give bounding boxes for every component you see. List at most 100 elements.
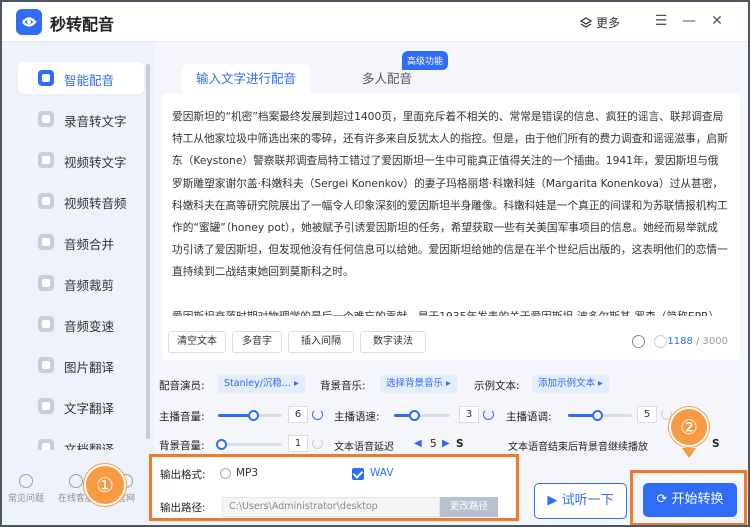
premium-badge: 高级功能 bbox=[402, 51, 449, 70]
continue-label: 文本语音结束后背景音继续播放 bbox=[508, 442, 648, 453]
sidebar-item-video-to-audio[interactable]: 视频转音频 bbox=[18, 185, 144, 217]
editor-paragraph: 爱因斯坦衰落时期对物理学的最后一个难忘的贡献，是于1935年发表的关于爱因斯坦-… bbox=[172, 306, 728, 316]
merge-icon bbox=[38, 234, 54, 250]
delay-label: 文本语音延迟 bbox=[334, 442, 394, 453]
video-audio-icon bbox=[38, 193, 54, 209]
char-count-value: 1188 bbox=[667, 336, 693, 347]
preview-button[interactable]: ▶ 试听一下 bbox=[534, 483, 627, 519]
speed-label: 主播语速: bbox=[334, 411, 380, 423]
change-path-button[interactable]: 更改路径 bbox=[440, 497, 498, 517]
sidebar-item-smart-dubbing[interactable]: 智能配音 bbox=[18, 62, 144, 94]
delay-decrease-icon[interactable]: ◀ bbox=[414, 438, 422, 449]
speed-slider[interactable] bbox=[394, 410, 450, 421]
start-convert-button[interactable]: ⟳ 开始转换 bbox=[643, 483, 737, 517]
volume-input[interactable]: 6 bbox=[288, 406, 308, 423]
mic-icon bbox=[38, 70, 54, 86]
doc-translate-icon bbox=[38, 439, 54, 450]
delay-increase-icon[interactable]: ▶ bbox=[442, 438, 450, 449]
bg-volume-slider[interactable] bbox=[216, 439, 282, 450]
wav-checkbox[interactable] bbox=[352, 468, 364, 480]
sidebar-item-audio-merge[interactable]: 音频合并 bbox=[18, 226, 144, 258]
anchor-value: Stanley/沉稳... bbox=[224, 378, 291, 389]
undo-icon[interactable] bbox=[654, 335, 667, 348]
app-logo bbox=[16, 9, 42, 35]
anchor-select[interactable]: Stanley/沉稳... ▸ bbox=[218, 375, 305, 393]
bg-volume-label: 背景音量: bbox=[159, 440, 205, 452]
speed-icon bbox=[38, 316, 54, 332]
help-button[interactable]: 常见问题 bbox=[4, 474, 48, 504]
sidebar-item-audio-trim[interactable]: 音频裁剪 bbox=[18, 267, 144, 299]
sidebar-scrollbar[interactable] bbox=[146, 64, 150, 439]
volume-slider[interactable] bbox=[218, 410, 282, 421]
polyphone-button[interactable]: 多音字 bbox=[232, 331, 282, 353]
mp3-radio[interactable] bbox=[220, 468, 231, 479]
mp3-label: MP3 bbox=[236, 467, 259, 479]
record-icon bbox=[38, 111, 54, 127]
sidebar-item-label: 视频转文字 bbox=[64, 155, 127, 170]
clear-text-button[interactable]: 清空文本 bbox=[168, 331, 226, 353]
sample-label: 示例文本: bbox=[474, 380, 520, 392]
delay-value: 5 bbox=[430, 438, 437, 450]
pitch-slider[interactable] bbox=[568, 410, 632, 421]
char-count: 1188 / 3000 bbox=[667, 336, 728, 347]
text-translate-icon bbox=[38, 398, 54, 414]
help-label: 常见问题 bbox=[7, 494, 44, 504]
start-highlight: ⟳ 开始转换 bbox=[630, 470, 747, 525]
wav-label: WAV bbox=[370, 467, 394, 479]
app-title: 秒转配音 bbox=[50, 15, 115, 34]
char-count-max: / 3000 bbox=[696, 336, 728, 347]
menu-icon[interactable]: ☰ bbox=[650, 10, 672, 32]
output-path-input[interactable]: C:\Users\Administrator\desktop bbox=[222, 497, 440, 517]
bg-volume-input[interactable]: 1 bbox=[288, 435, 308, 452]
scissors-icon bbox=[38, 275, 54, 291]
delay-unit: S bbox=[456, 438, 464, 450]
sample-select[interactable]: 添加示例文本 ▸ bbox=[532, 375, 609, 393]
sidebar-item-audio-speed[interactable]: 音频变速 bbox=[18, 308, 144, 340]
sidebar-item-video-to-text[interactable]: 视频转文字 bbox=[18, 144, 144, 176]
sidebar-item-label: 视频转音频 bbox=[64, 196, 127, 211]
volume-reset-icon[interactable] bbox=[312, 409, 323, 420]
speed-input[interactable]: 3 bbox=[459, 406, 479, 423]
pitch-input[interactable]: 5 bbox=[637, 406, 657, 423]
pitch-label: 主播语调: bbox=[506, 411, 552, 423]
sidebar-item-record-to-text[interactable]: 录音转文字 bbox=[18, 103, 144, 135]
bgm-label: 背景音乐: bbox=[320, 380, 366, 392]
preview-label: 试听一下 bbox=[561, 493, 614, 508]
sidebar-item-label: 音频变速 bbox=[64, 319, 115, 334]
help-icon bbox=[19, 474, 33, 488]
annotation-one: ① bbox=[84, 464, 126, 506]
speed-reset-icon[interactable] bbox=[483, 409, 494, 420]
anchor-label: 配音演员: bbox=[159, 380, 205, 392]
chat-icon bbox=[69, 474, 83, 488]
insert-pause-button[interactable]: 插入间隔 bbox=[288, 331, 354, 353]
tab-text-dubbing[interactable]: 输入文字进行配音 bbox=[182, 64, 310, 94]
play-icon: ▶ bbox=[547, 493, 558, 508]
sidebar-item-doc-translate[interactable]: 文档翻译 bbox=[18, 431, 144, 450]
number-reading-button[interactable]: 数字读法 bbox=[360, 331, 426, 353]
bg-volume-reset-icon[interactable] bbox=[312, 438, 323, 449]
bgm-value: 选择背景音乐 bbox=[386, 378, 444, 389]
clear-icon[interactable] bbox=[632, 335, 645, 348]
close-icon[interactable]: ✕ bbox=[706, 10, 728, 32]
sidebar-item-label: 智能配音 bbox=[64, 73, 115, 88]
sidebar-item-label: 录音转文字 bbox=[64, 114, 127, 129]
text-editor[interactable]: 爱因斯坦的“机密”档案最终发展到超过1400页，里面充斥着不相关的、常常是错误的… bbox=[162, 94, 740, 360]
bgm-select[interactable]: 选择背景音乐 ▸ bbox=[380, 375, 457, 393]
more-menu[interactable]: 更多 bbox=[579, 14, 621, 31]
convert-icon: ⟳ bbox=[656, 492, 668, 507]
sidebar-item-label: 音频裁剪 bbox=[64, 278, 115, 293]
editor-textarea[interactable]: 爱因斯坦的“机密”档案最终发展到超过1400页，里面充斥着不相关的、常常是错误的… bbox=[172, 106, 728, 316]
annotation-two-pointer bbox=[682, 448, 696, 458]
annotation-two: ② bbox=[669, 407, 709, 447]
app-window: 秒转配音 更多 ☰ — ✕ 智能配音 录音转文字 视频转文字 视频转音频 音频合… bbox=[0, 0, 750, 527]
minimize-icon[interactable]: — bbox=[678, 10, 700, 32]
sidebar-item-image-translate[interactable]: 图片翻译 bbox=[18, 349, 144, 381]
continue-unit: S bbox=[712, 438, 720, 450]
sidebar: 智能配音 录音转文字 视频转文字 视频转音频 音频合并 音频裁剪 音频变速 图片… bbox=[2, 42, 154, 450]
sidebar-item-label: 文字翻译 bbox=[64, 401, 115, 416]
volume-label: 主播音量: bbox=[159, 411, 205, 423]
sidebar-item-text-translate[interactable]: 文字翻译 bbox=[18, 390, 144, 422]
start-label: 开始转换 bbox=[671, 492, 724, 507]
sidebar-item-label: 文档翻译 bbox=[64, 442, 115, 450]
more-label: 更多 bbox=[596, 16, 621, 30]
